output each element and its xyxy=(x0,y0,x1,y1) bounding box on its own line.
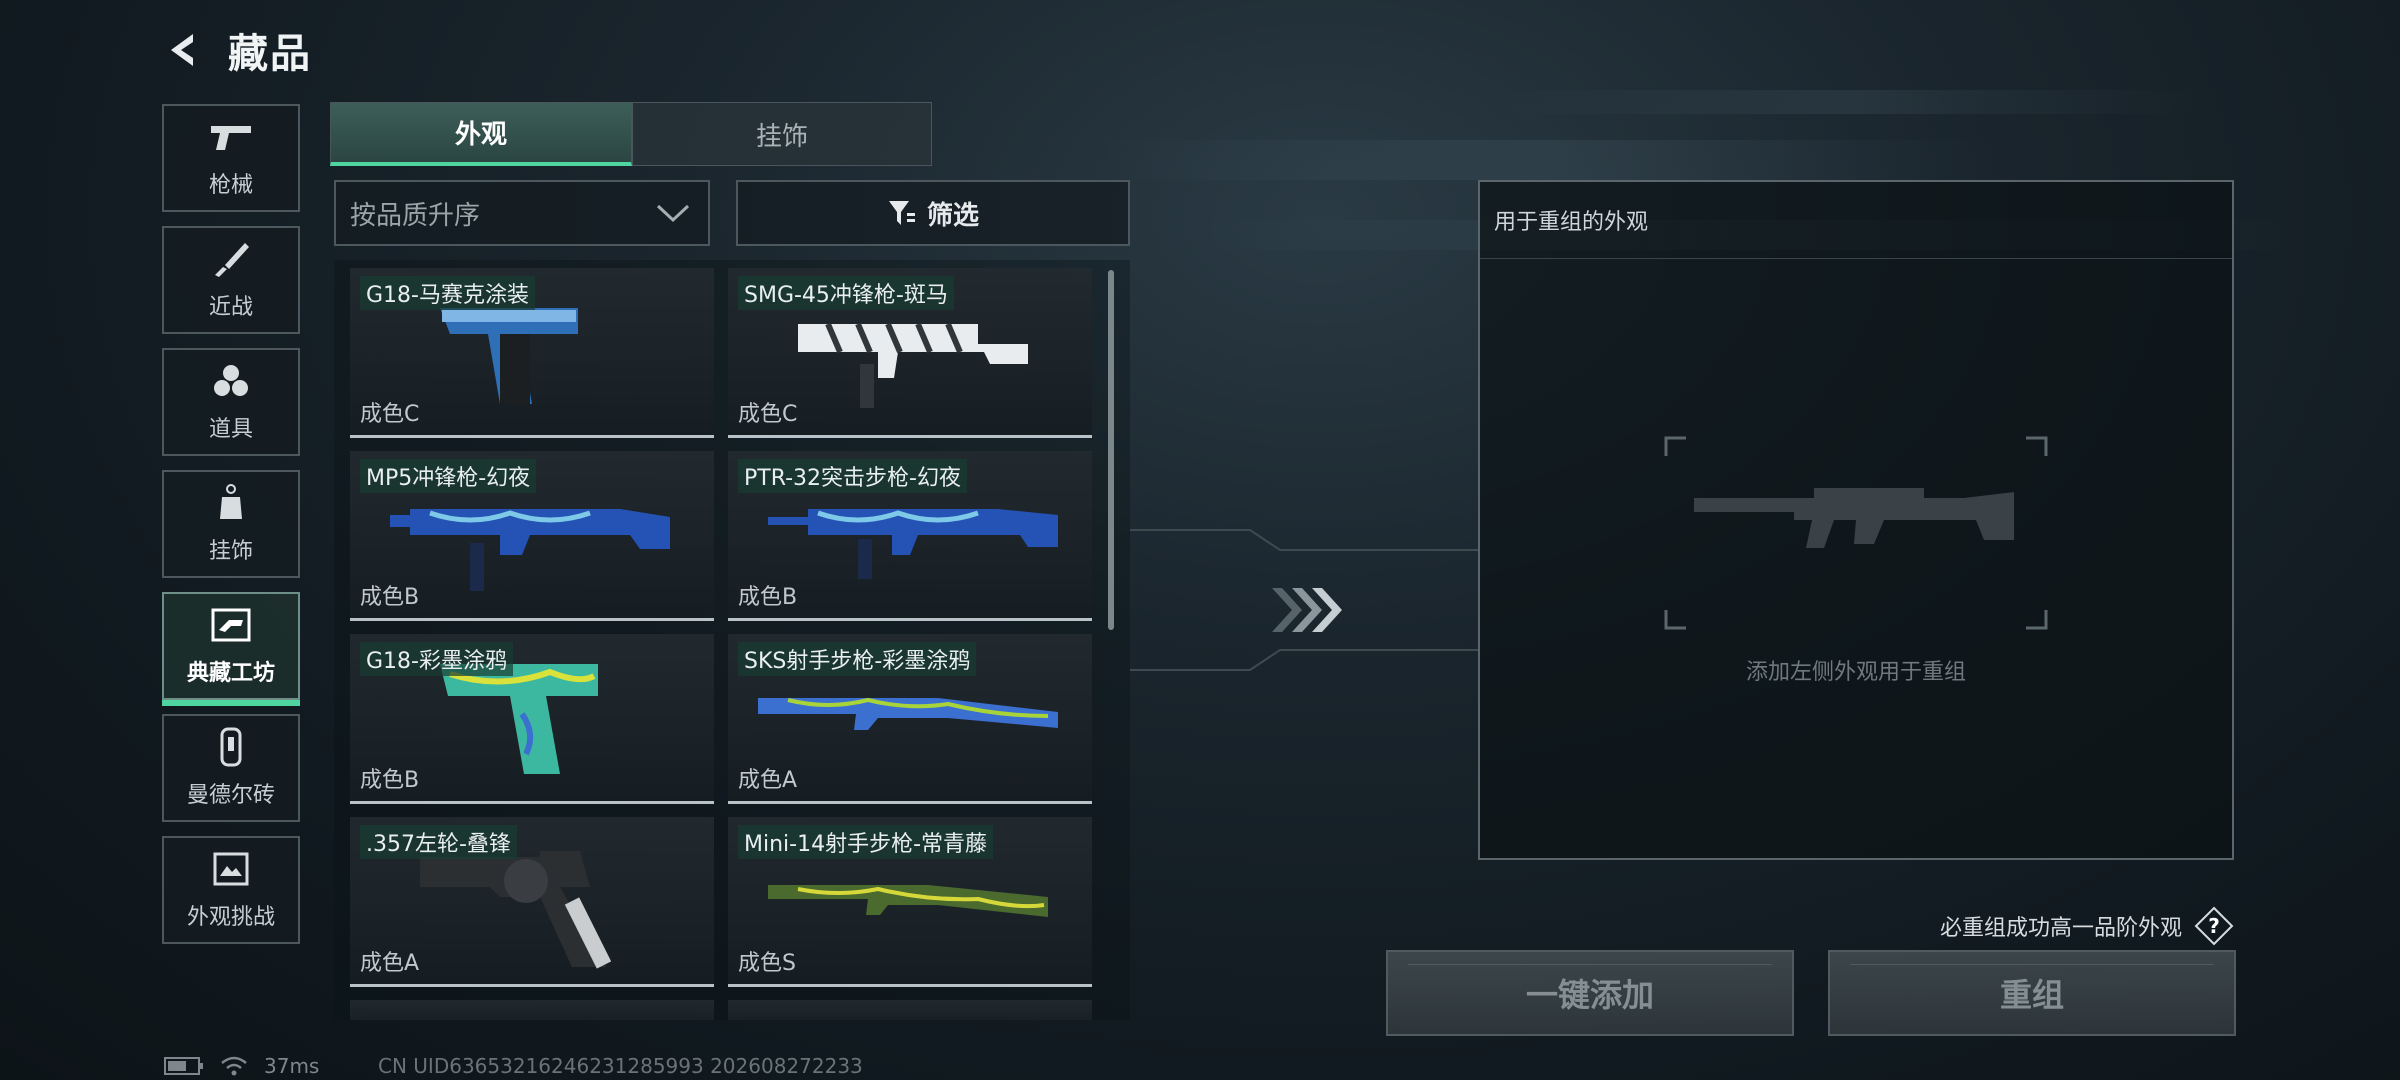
tab-appearance[interactable]: 外观 xyxy=(330,102,632,166)
recombine-button[interactable]: 重组 xyxy=(1828,950,2236,1036)
back-button[interactable] xyxy=(160,27,206,73)
sidebar-item-label: 外观挑战 xyxy=(186,905,275,930)
battery-icon xyxy=(164,1057,203,1075)
skin-name: SKS射手步枪-彩墨涂鸦 xyxy=(738,642,977,676)
skin-grade: 成色A xyxy=(738,768,798,793)
skin-grade: 成色B xyxy=(360,585,420,610)
guarantee-text: 必重组成功高一品阶外观 xyxy=(1939,916,2182,941)
skin-card[interactable]: G18-马赛克涂装 成色C xyxy=(350,268,714,438)
sidebar-item-label: 典藏工坊 xyxy=(186,661,275,686)
skin-card[interactable]: MP5冲锋枪-幻夜 成色B xyxy=(350,451,714,621)
skin-name: PTR-32突击步枪-幻夜 xyxy=(738,459,967,493)
sidebar-item-label: 曼德尔砖 xyxy=(186,783,275,808)
sidebar-item-melee[interactable]: 近战 xyxy=(162,226,300,334)
filter-button[interactable]: 筛选 xyxy=(736,180,1130,246)
skin-grade: 成色C xyxy=(738,402,798,427)
back-arrow-icon xyxy=(171,34,193,66)
skin-card[interactable]: .357左轮-叠锋 成色A xyxy=(350,817,714,987)
sidebar-item-gadgets[interactable]: 道具 xyxy=(162,348,300,456)
skin-name: G18-马赛克涂装 xyxy=(360,276,535,310)
sidebar-item-workshop[interactable]: 典藏工坊 xyxy=(162,592,300,706)
grenade-icon xyxy=(208,361,254,401)
skin-slot[interactable] xyxy=(1664,436,2048,630)
skin-grade: 成色B xyxy=(738,585,798,610)
filter-icon xyxy=(888,201,915,225)
sidebar-item-mandel-brick[interactable]: 曼德尔砖 xyxy=(162,714,300,822)
sidebar-item-skin-challenge[interactable]: 外观挑战 xyxy=(162,836,300,944)
skin-grade: 成色C xyxy=(360,402,420,427)
skin-list-scrollbar[interactable] xyxy=(1108,270,1114,630)
charm-icon xyxy=(208,483,254,523)
help-icon[interactable]: ? xyxy=(2194,906,2234,946)
connector-lines xyxy=(1130,529,1480,671)
slot-hint: 添加左侧外观用于重组 xyxy=(1745,660,1966,685)
skin-card[interactable] xyxy=(350,1000,714,1020)
skin-name: .357左轮-叠锋 xyxy=(360,825,517,859)
sort-dropdown[interactable]: 按品质升序 xyxy=(334,180,710,246)
tab-bar: 外观 挂饰 xyxy=(330,102,932,166)
panel-title: 用于重组的外观 xyxy=(1494,210,1649,235)
page-title: 藏品 xyxy=(228,31,312,77)
sidebar-item-charms[interactable]: 挂饰 xyxy=(162,470,300,578)
one-click-add-button[interactable]: 一键添加 xyxy=(1386,950,1794,1036)
category-sidebar: 枪械 近战 道具 挂饰 典藏工坊 曼德尔砖 外观挑战 xyxy=(162,104,300,958)
header: 藏品 xyxy=(160,22,312,78)
recombine-panel: 用于重组的外观 添加左侧外观用于重组 xyxy=(1478,180,2234,860)
latency-text: 37ms xyxy=(264,1054,320,1078)
skin-name: SMG-45冲锋枪-斑马 xyxy=(738,276,954,310)
skin-grade: 成色A xyxy=(360,951,420,976)
svg-text:?: ? xyxy=(2208,914,2220,938)
skin-list[interactable]: G18-马赛克涂装 成色C SMG-45冲锋枪-斑马 成色C MP5冲锋枪-幻夜 xyxy=(334,260,1130,1020)
skin-card[interactable]: G18-彩墨涂鸦 成色B xyxy=(350,634,714,804)
skin-name: G18-彩墨涂鸦 xyxy=(360,642,513,676)
skin-grade: 成色S xyxy=(738,951,796,976)
chevron-down-icon xyxy=(656,204,690,223)
sidebar-item-label: 枪械 xyxy=(208,173,253,198)
workshop-icon xyxy=(208,605,254,645)
skin-card[interactable]: SMG-45冲锋枪-斑马 成色C xyxy=(728,268,1092,438)
skin-card[interactable]: SKS射手步枪-彩墨涂鸦 成色A xyxy=(728,634,1092,804)
challenge-icon xyxy=(208,849,254,889)
sidebar-item-label: 挂饰 xyxy=(208,539,253,564)
skin-card[interactable]: Mini-14射手步枪-常青藤 成色S xyxy=(728,817,1092,987)
wifi-icon xyxy=(221,1056,247,1076)
tab-charms[interactable]: 挂饰 xyxy=(632,102,932,166)
status-bar: 37ms xyxy=(164,1054,319,1078)
sidebar-item-label: 近战 xyxy=(208,295,253,320)
skin-grade: 成色B xyxy=(360,768,420,793)
skin-name: Mini-14射手步枪-常青藤 xyxy=(738,825,994,859)
guarantee-note: 必重组成功高一品阶外观 ? xyxy=(1940,906,2234,946)
pistol-icon xyxy=(208,117,254,157)
sort-label: 按品质升序 xyxy=(350,200,481,231)
skin-card[interactable]: PTR-32突击步枪-幻夜 成色B xyxy=(728,451,1092,621)
sidebar-item-firearms[interactable]: 枪械 xyxy=(162,104,300,212)
skin-name: MP5冲锋枪-幻夜 xyxy=(360,459,537,493)
skin-card[interactable] xyxy=(728,1000,1092,1020)
knife-icon xyxy=(208,239,254,279)
uid-text: CN UID636532162462312859​93 202608272233 xyxy=(378,1054,863,1078)
sidebar-item-label: 道具 xyxy=(208,417,253,442)
filter-label: 筛选 xyxy=(926,200,979,231)
panel-divider xyxy=(1480,258,2232,259)
brick-icon xyxy=(208,727,254,767)
